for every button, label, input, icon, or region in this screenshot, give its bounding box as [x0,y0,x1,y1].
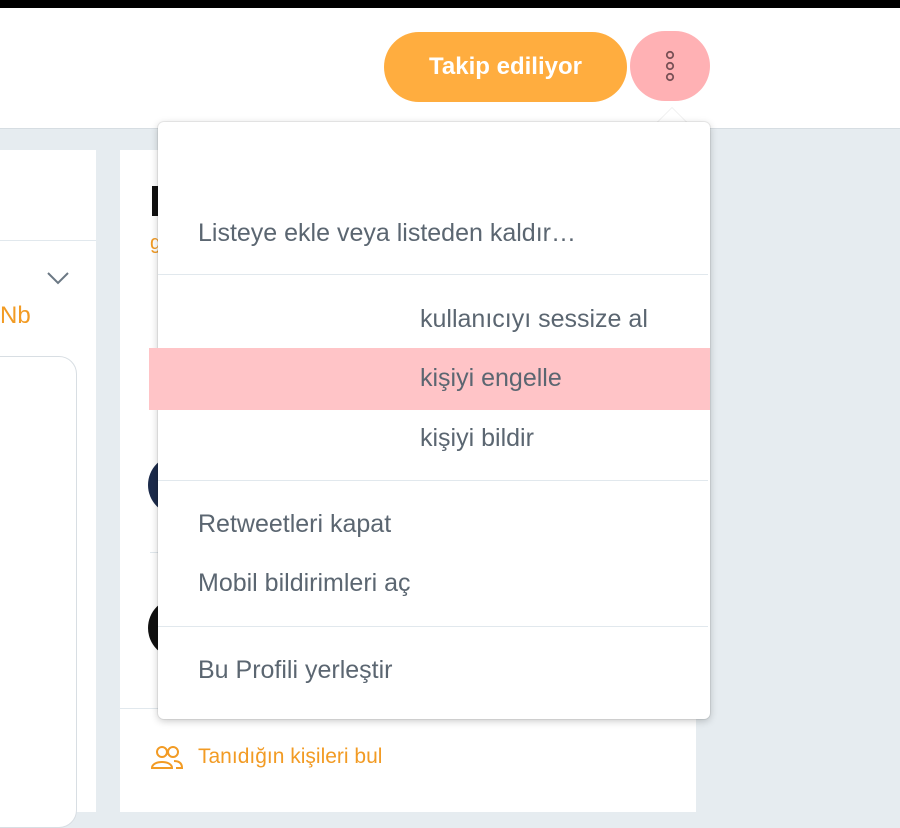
people-icon [150,746,184,769]
chevron-down-icon[interactable] [46,270,70,286]
vertical-ellipsis-icon [665,50,675,82]
menu-item-report-user[interactable]: kişiyi bildir [420,424,534,453]
menu-item-embed-profile[interactable]: Bu Profili yerleştir [198,656,393,685]
left-divider [0,240,96,241]
find-people-link[interactable]: Tanıdığın kişileri bul [150,744,382,770]
top-bar [0,0,900,8]
menu-item-mobile-notifications[interactable]: Mobil bildirimleri aç [198,569,411,598]
menu-divider [158,480,708,481]
menu-item-mute-user[interactable]: kullanıcıyı sessize al [420,305,648,334]
menu-item-block-user[interactable]: kişiyi engelle [420,364,562,393]
find-people-label: Tanıdığın kişileri bul [198,745,383,768]
handle-fragment: Nb [0,302,31,329]
menu-item-add-remove-list[interactable]: Listeye ekle veya listeden kaldır… [198,219,576,248]
left-inner-card [0,356,77,828]
menu-item-turn-off-retweets[interactable]: Retweetleri kapat [198,510,391,539]
following-button[interactable]: Takip ediliyor [384,32,627,102]
menu-divider [158,274,708,275]
more-options-button[interactable] [630,31,710,101]
profile-options-menu [158,122,710,719]
menu-divider [158,626,708,627]
